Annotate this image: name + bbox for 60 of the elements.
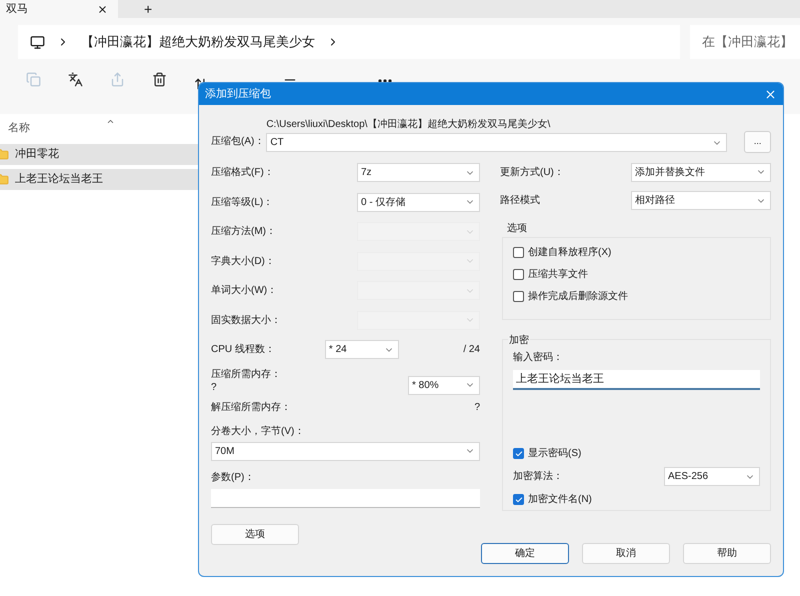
field-label: 压缩方法(M)：: [211, 224, 276, 240]
dropdown[interactable]: 0 - 仅存储: [357, 192, 480, 212]
field-label: 参数(P)：: [211, 470, 256, 484]
new-tab-button[interactable]: +: [144, 0, 152, 18]
trash-icon[interactable]: [152, 72, 167, 86]
field-label: 字典大小(D)：: [211, 254, 275, 269]
checkbox-label: 操作完成后删除源文件: [528, 290, 628, 304]
checkbox[interactable]: [513, 290, 524, 302]
dropdown[interactable]: AES-256: [664, 467, 760, 486]
field-label: 输入密码：: [513, 350, 564, 365]
field-label: 压缩等级(L)：: [211, 196, 274, 210]
breadcrumb-item[interactable]: 【冲田瀛花】超绝大奶粉发双马尾美少女: [81, 32, 315, 52]
field-label: 路径模式: [500, 194, 540, 208]
options-button[interactable]: 选项: [211, 524, 299, 544]
field-label: CPU 线程数：: [211, 342, 275, 358]
file-row[interactable]: 冲田零花: [0, 144, 200, 165]
password-input[interactable]: 上老王论坛当老王: [513, 370, 760, 390]
volume-size-dropdown[interactable]: 70M: [211, 442, 480, 460]
checkbox[interactable]: [513, 268, 524, 280]
dialog-button[interactable]: 取消: [582, 543, 670, 564]
field-label: 压缩包(A)：: [211, 134, 266, 149]
thread-max: / 24: [463, 343, 480, 358]
browse-button[interactable]: ...: [744, 131, 771, 153]
checkbox-label: 创建自释放程序(X): [528, 246, 612, 260]
dropdown[interactable]: * 80%: [408, 376, 480, 394]
dropdown[interactable]: * 24: [324, 340, 399, 360]
translate-icon[interactable]: [68, 72, 83, 86]
field-label: 解压缩所需内存：: [211, 400, 291, 415]
field-label: 固实数据大小：: [211, 314, 281, 328]
archive-name-dropdown[interactable]: CT: [266, 133, 728, 152]
checkbox[interactable]: [513, 448, 524, 459]
memory-value: ?: [474, 401, 480, 415]
dialog-button[interactable]: 帮助: [683, 543, 771, 564]
search-field[interactable]: 在【冲田瀛花】: [690, 25, 800, 59]
column-header[interactable]: 名称: [8, 120, 30, 136]
checkbox-label: 显示密码(S): [528, 446, 582, 461]
dropdown[interactable]: 添加并替换文件: [631, 162, 771, 182]
checkbox[interactable]: [513, 246, 524, 258]
dropdown[interactable]: 7z: [357, 163, 480, 182]
dialog-title: 添加到压缩包: [205, 86, 271, 102]
archive-path: C:\Users\liuxi\Desktop\【冲田瀛花】超绝大奶粉发双马尾美少女\: [266, 119, 552, 131]
field-label: 更新方式(U)：: [500, 166, 564, 180]
checkbox-label: 压缩共享文件: [528, 268, 588, 282]
field-label: 压缩所需内存：: [211, 368, 281, 381]
memory-value: ?: [211, 381, 218, 394]
parameters-input[interactable]: [211, 488, 480, 508]
address-bar[interactable]: 【冲田瀛花】超绝大奶粉发双马尾美少女: [18, 25, 680, 59]
dialog-button[interactable]: 确定: [481, 543, 569, 564]
field-label: 分卷大小，字节(V)：: [211, 424, 306, 438]
browser-tab[interactable]: 双马: [0, 0, 118, 18]
field-label: 压缩格式(F)：: [211, 166, 274, 180]
close-icon[interactable]: [97, 4, 108, 14]
field-label: 单词大小(W)：: [211, 284, 278, 298]
dropdown[interactable]: 相对路径: [631, 191, 771, 210]
checkbox[interactable]: [513, 494, 524, 505]
file-row[interactable]: 上老王论坛当老王: [0, 169, 200, 190]
field-label: 加密算法：: [513, 470, 563, 484]
monitor-icon: [30, 34, 45, 50]
group-title: 选项: [507, 222, 528, 236]
checkbox-label: 加密文件名(N): [528, 492, 592, 507]
